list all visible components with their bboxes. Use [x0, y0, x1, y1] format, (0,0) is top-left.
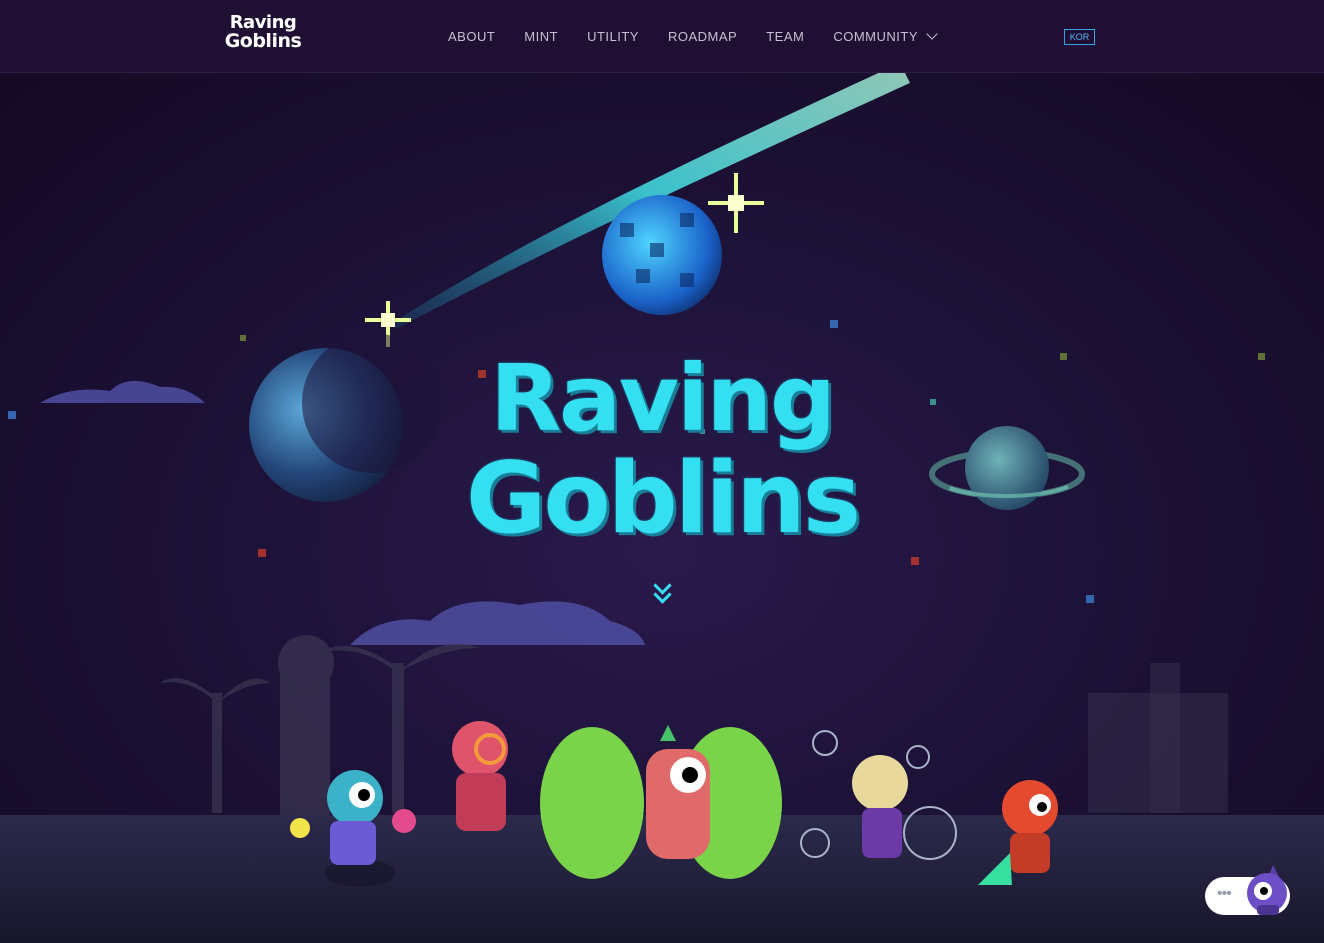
- hero-title-line2: Goblins: [465, 442, 861, 556]
- pea-pod-goblin-character: [540, 725, 782, 879]
- nav-mint[interactable]: MINT: [524, 29, 558, 44]
- nav-utility[interactable]: UTILITY: [587, 29, 639, 44]
- nav-roadmap[interactable]: ROADMAP: [668, 29, 737, 44]
- nav-community-label: COMMUNITY: [833, 28, 919, 44]
- nav-about[interactable]: ABOUT: [448, 29, 495, 44]
- chat-widget-button[interactable]: •••: [1205, 865, 1290, 915]
- chat-dots-icon: •••: [1217, 885, 1232, 902]
- raving-goblins-logo[interactable]: Raving Goblins: [222, 14, 304, 56]
- hero-title-line1: Raving: [490, 345, 836, 452]
- chevron-down-icon: [926, 28, 938, 40]
- nav-team[interactable]: TEAM: [766, 29, 804, 44]
- goblin-mascot-icon: [1247, 865, 1287, 915]
- hero-section: Raving Goblins: [0, 73, 1324, 943]
- nav-community[interactable]: COMMUNITY: [833, 28, 938, 44]
- language-toggle-button[interactable]: KOR: [1064, 29, 1095, 45]
- hero-title: Raving Goblins: [450, 345, 874, 556]
- hypno-goblin-character: [452, 721, 508, 831]
- scroll-down-button[interactable]: [650, 576, 674, 609]
- main-nav: ABOUT MINT UTILITY ROADMAP TEAM COMMUNIT…: [448, 0, 965, 72]
- top-navbar: Raving Goblins ABOUT MINT UTILITY ROADMA…: [0, 0, 1324, 73]
